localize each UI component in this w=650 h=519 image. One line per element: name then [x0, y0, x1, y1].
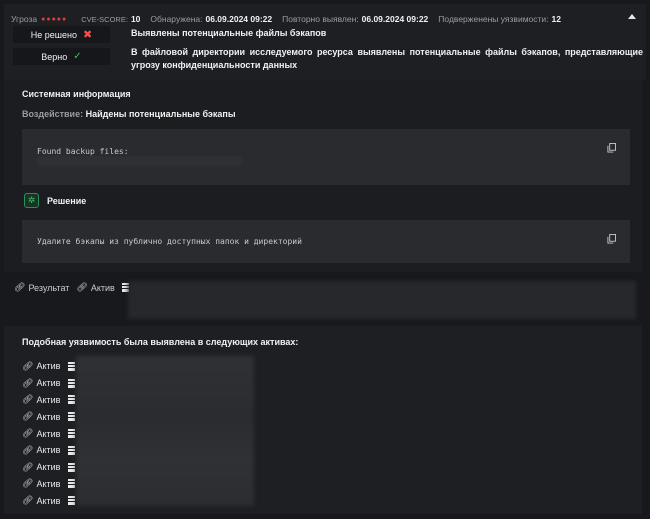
similar-assets-title: Подобная уязвимость была выявлена в след…: [22, 337, 299, 347]
database-icon: [68, 462, 76, 472]
redacted-assets: [76, 356, 254, 506]
correct-status-button[interactable]: Верно ✓: [13, 48, 110, 65]
code-text: Found backup files:: [37, 147, 129, 156]
unresolved-label: Не решено: [30, 29, 77, 40]
link-icon: 🔗︎: [22, 444, 34, 455]
list-item[interactable]: 🔗︎ Актив: [22, 459, 76, 476]
impact-value: Найдены потенциальные бэкапы: [85, 109, 236, 119]
database-icon: [68, 361, 76, 371]
close-icon: ✖: [83, 29, 93, 41]
result-link[interactable]: 🔗︎ Результат: [14, 282, 69, 293]
redetected-value: 06.09.2024 09:22: [361, 14, 429, 24]
solution-code-block: Удалите бэкапы из публично доступных пап…: [22, 220, 630, 263]
link-icon: 🔗︎: [22, 377, 34, 388]
database-icon: [68, 445, 76, 455]
database-icon: [68, 395, 76, 405]
database-icon: [68, 496, 76, 506]
system-info-title: Системная информация: [22, 89, 131, 99]
system-info-panel: Системная информация Воздействие: Найден…: [4, 80, 642, 272]
database-icon: [68, 479, 76, 489]
list-item[interactable]: 🔗︎ Актив: [22, 425, 76, 442]
database-icon: [68, 412, 76, 422]
list-item[interactable]: 🔗︎ Актив: [22, 476, 76, 493]
list-item[interactable]: 🔗︎ Актив: [22, 358, 76, 375]
affected-count: 12: [551, 14, 561, 24]
link-icon: 🔗︎: [22, 428, 34, 439]
solution-icon: ✲: [24, 193, 39, 208]
meta-row: Угроза ●●●●● CVE-SCORE: 10 Обнаружена: 0…: [11, 14, 626, 24]
link-icon: 🔗︎: [22, 461, 34, 472]
collapse-arrow-icon[interactable]: [628, 14, 636, 19]
redacted-result: [128, 281, 636, 319]
solution-label: Решение: [47, 195, 87, 206]
list-item[interactable]: 🔗︎ Актив: [22, 408, 76, 425]
detected-value: 06.09.2024 09:22: [205, 14, 273, 24]
cve-score-value: 10: [130, 14, 141, 24]
impact-row: Воздействие: Найдены потенциальные бэкап…: [22, 109, 236, 119]
copy-icon[interactable]: [607, 143, 616, 153]
unresolved-status-button[interactable]: Не решено ✖: [13, 26, 110, 43]
link-icon: 🔗︎: [22, 394, 34, 405]
copy-icon[interactable]: [607, 234, 616, 244]
vulnerability-header: Угроза ●●●●● CVE-SCORE: 10 Обнаружена: 0…: [4, 4, 646, 80]
link-icon: 🔗︎: [22, 411, 34, 422]
cve-score-label: CVE-SCORE:: [81, 14, 128, 24]
vulnerability-card: Угроза ●●●●● CVE-SCORE: 10 Обнаружена: 0…: [0, 0, 650, 519]
list-item[interactable]: 🔗︎ Актив: [22, 375, 76, 392]
affected-label: Подверженены уязвимости:: [438, 14, 549, 24]
threat-label: Угроза: [11, 14, 38, 24]
link-icon: 🔗︎: [22, 478, 34, 489]
redacted-text: [37, 156, 242, 166]
vulnerability-description: В файловой директории исследуемого ресур…: [131, 47, 643, 70]
database-icon: [68, 429, 76, 439]
system-info-code-block: Found backup files:: [22, 129, 630, 185]
solution-text: Удалите бэкапы из публично доступных пап…: [37, 237, 302, 246]
database-icon: [68, 378, 76, 388]
link-icon: 🔗︎: [22, 360, 34, 371]
vulnerability-title: Выявлены потенциальные файлы бэкапов: [131, 28, 327, 38]
list-item[interactable]: 🔗︎ Актив: [22, 492, 76, 509]
link-icon: 🔗︎: [76, 282, 88, 292]
result-label: Результат: [28, 282, 70, 293]
asset-label: Актив: [90, 282, 115, 293]
result-row: 🔗︎ Результат 🔗︎ Актив: [14, 282, 129, 293]
asset-link[interactable]: 🔗︎ Актив: [76, 282, 114, 293]
correct-label: Верно: [41, 51, 68, 62]
list-item[interactable]: 🔗︎ Актив: [22, 442, 76, 459]
detected-label: Обнаружена:: [150, 14, 203, 24]
link-icon: 🔗︎: [14, 282, 26, 292]
link-icon: 🔗︎: [22, 495, 34, 506]
threat-level-dots: ●●●●●: [41, 15, 68, 23]
solution-header: ✲ Решение: [24, 193, 86, 208]
check-icon: ✓: [73, 51, 82, 62]
redetected-label: Повторно выявлен:: [282, 14, 359, 24]
list-item[interactable]: 🔗︎ Актив: [22, 392, 76, 409]
asset-list: 🔗︎ Актив 🔗︎ Актив 🔗︎ Актив 🔗︎ Актив 🔗︎ Актив …: [22, 358, 76, 509]
impact-label: Воздействие:: [22, 109, 84, 119]
